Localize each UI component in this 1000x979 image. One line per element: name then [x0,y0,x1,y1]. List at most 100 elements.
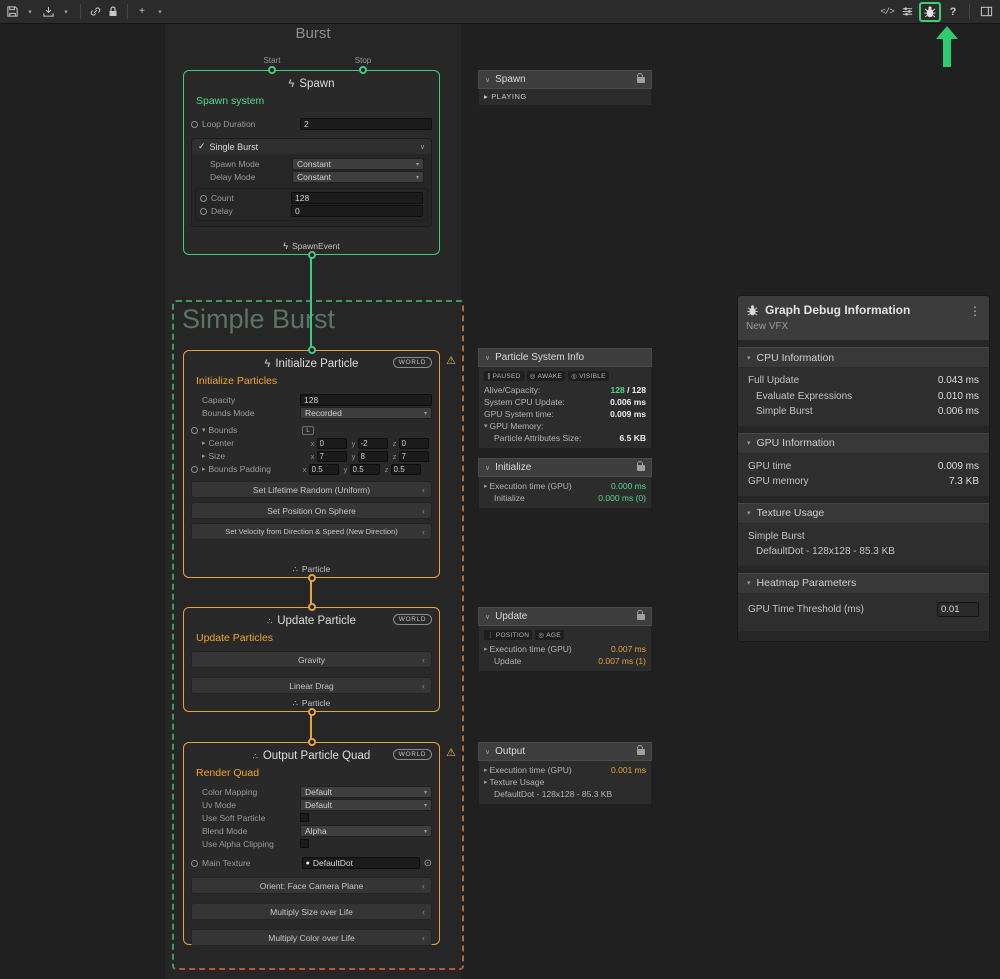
update-node[interactable]: ∴ Update Particle WORLD Update Particles… [183,607,440,712]
graph-canvas[interactable]: Burst Simple Burst Start Stop ϟ Spawn Sp… [0,24,1000,979]
color-mapping-dropdown[interactable]: Default ▾ [300,786,432,798]
gpu-threshold-input[interactable] [937,602,979,617]
loop-duration-port[interactable] [191,121,198,128]
collapse-chevron-icon[interactable]: ‹ [422,907,425,917]
cpu-section-header[interactable]: ▾ CPU Information [738,347,989,368]
collapse-chevron-icon[interactable]: ‹ [422,527,425,537]
template-button[interactable] [40,3,56,21]
foldout-icon[interactable]: ▸ [202,465,206,473]
code-icon[interactable]: </> [879,3,895,21]
collapse-chevron-icon[interactable]: ‹ [422,506,425,516]
panel-toggle-icon[interactable] [978,3,994,21]
lock-icon[interactable] [105,3,121,21]
collapse-chevron-icon[interactable]: ∨ [485,76,490,84]
lock-icon[interactable] [637,749,645,755]
lock-icon[interactable] [637,77,645,83]
initialize-output-port[interactable] [308,574,316,582]
bounds-padding-y-input[interactable] [350,464,380,475]
size-y-input[interactable] [358,451,388,462]
collapse-chevron-icon[interactable]: ‹ [422,681,425,691]
size-z-input[interactable] [399,451,429,462]
foldout-icon[interactable]: ▾ [747,439,751,447]
add-button[interactable]: + [134,3,150,21]
block-multiply-color[interactable]: Multiply Color over Life ‹ [191,929,432,946]
collapse-chevron-icon[interactable]: ‹ [422,881,425,891]
update-node-header[interactable]: ∴ Update Particle WORLD [184,611,439,631]
delay-input[interactable] [291,205,423,217]
spawn-event-port[interactable] [308,251,316,259]
single-burst-block[interactable]: ✓ Single Burst ∨ Spawn Mode Constant ▾ D… [191,138,432,227]
update-input-port[interactable] [308,603,316,611]
initialize-panel-header[interactable]: ∨ Initialize [478,458,652,477]
bounds-padding-z-input[interactable] [391,464,421,475]
debug-icon[interactable] [919,2,941,22]
spawn-node[interactable]: Start Stop ϟ Spawn Spawn system Loop Dur… [183,70,440,255]
bounds-mode-dropdown[interactable]: Recorded ▾ [300,407,432,419]
menu-icon[interactable]: ⋮ [969,304,981,318]
block-linear-drag[interactable]: Linear Drag ‹ [191,677,432,694]
center-x-input[interactable] [317,438,347,449]
delay-port[interactable] [200,208,207,215]
main-texture-port[interactable] [191,860,198,867]
foldout-icon[interactable]: ▸ [202,439,206,447]
foldout-icon[interactable]: ▾ [202,426,206,434]
lock-icon[interactable] [637,614,645,620]
bounds-padding-port[interactable] [191,466,198,473]
sliders-icon[interactable] [899,3,915,21]
save-button[interactable] [4,3,20,21]
output-input-port[interactable] [308,738,316,746]
use-alpha-clipping-checkbox[interactable] [300,839,309,848]
lock-icon[interactable] [637,465,645,471]
collapse-chevron-icon[interactable]: ∨ [485,613,490,621]
count-input[interactable] [291,192,423,204]
initialize-node[interactable]: ⚠ ϟ Initialize Particle WORLD Initialize… [183,350,440,578]
collapse-chevron-icon[interactable]: ‹ [422,655,425,665]
collapse-chevron-icon[interactable]: ∨ [485,354,490,362]
size-x-input[interactable] [317,451,347,462]
gpu-section-header[interactable]: ▾ GPU Information [738,433,989,454]
output-panel-header[interactable]: ∨ Output [478,742,652,761]
object-picker-icon[interactable]: ⊙ [424,858,432,869]
block-orient-face-camera[interactable]: Orient: Face Camera Plane ‹ [191,877,432,894]
chevron-down-icon[interactable]: ∨ [420,143,425,151]
block-set-lifetime-random[interactable]: Set Lifetime Random (Uniform) ‹ [191,481,432,498]
world-badge[interactable]: WORLD [393,614,432,625]
edge-spawn-to-initialize[interactable] [310,255,312,350]
bounds-port[interactable] [191,427,198,434]
center-z-input[interactable] [399,438,429,449]
spawn-node-header[interactable]: ϟ Spawn [184,74,439,94]
output-node-header[interactable]: ∴ Output Particle Quad WORLD [184,746,439,766]
debug-panel-header[interactable]: Graph Debug Information ⋮ New VFX [738,296,989,340]
capacity-input[interactable] [300,394,432,406]
help-icon[interactable]: ? [945,3,961,21]
spawn-mode-dropdown[interactable]: Constant ▾ [292,158,424,170]
block-multiply-size[interactable]: Multiply Size over Life ‹ [191,903,432,920]
world-badge[interactable]: WORLD [393,749,432,760]
loop-duration-input[interactable] [300,118,432,130]
world-badge[interactable]: WORLD [393,357,432,368]
foldout-icon[interactable]: ▾ [747,579,751,587]
blend-mode-dropdown[interactable]: Alpha ▾ [300,825,432,837]
texture-section-header[interactable]: ▾ Texture Usage [738,503,989,524]
collapse-chevron-icon[interactable]: ‹ [422,485,425,495]
foldout-icon[interactable]: ▾ [484,422,488,430]
count-port[interactable] [200,195,207,202]
collapse-chevron-icon[interactable]: ‹ [422,933,425,943]
foldout-icon[interactable]: ▾ [747,354,751,362]
foldout-icon[interactable]: ▸ [202,452,206,460]
initialize-input-port[interactable] [308,346,316,354]
collapse-chevron-icon[interactable]: ∨ [485,748,490,756]
center-y-input[interactable] [358,438,388,449]
template-dropdown[interactable]: ▾ [58,3,74,21]
add-dropdown[interactable]: ▾ [152,3,168,21]
warning-icon[interactable]: ⚠ [446,354,456,367]
spawn-start-port[interactable] [268,66,276,74]
space-badge[interactable]: L [302,426,314,435]
foldout-icon[interactable]: ▾ [747,509,751,517]
delay-mode-dropdown[interactable]: Constant ▾ [292,171,424,183]
foldout-icon[interactable]: ▸ [484,778,488,786]
block-set-position-on-sphere[interactable]: Set Position On Sphere ‹ [191,502,432,519]
main-texture-field[interactable]: ● DefaultDot [302,857,420,869]
update-output-port[interactable] [308,708,316,716]
spawn-panel-header[interactable]: ∨ Spawn [478,70,652,89]
